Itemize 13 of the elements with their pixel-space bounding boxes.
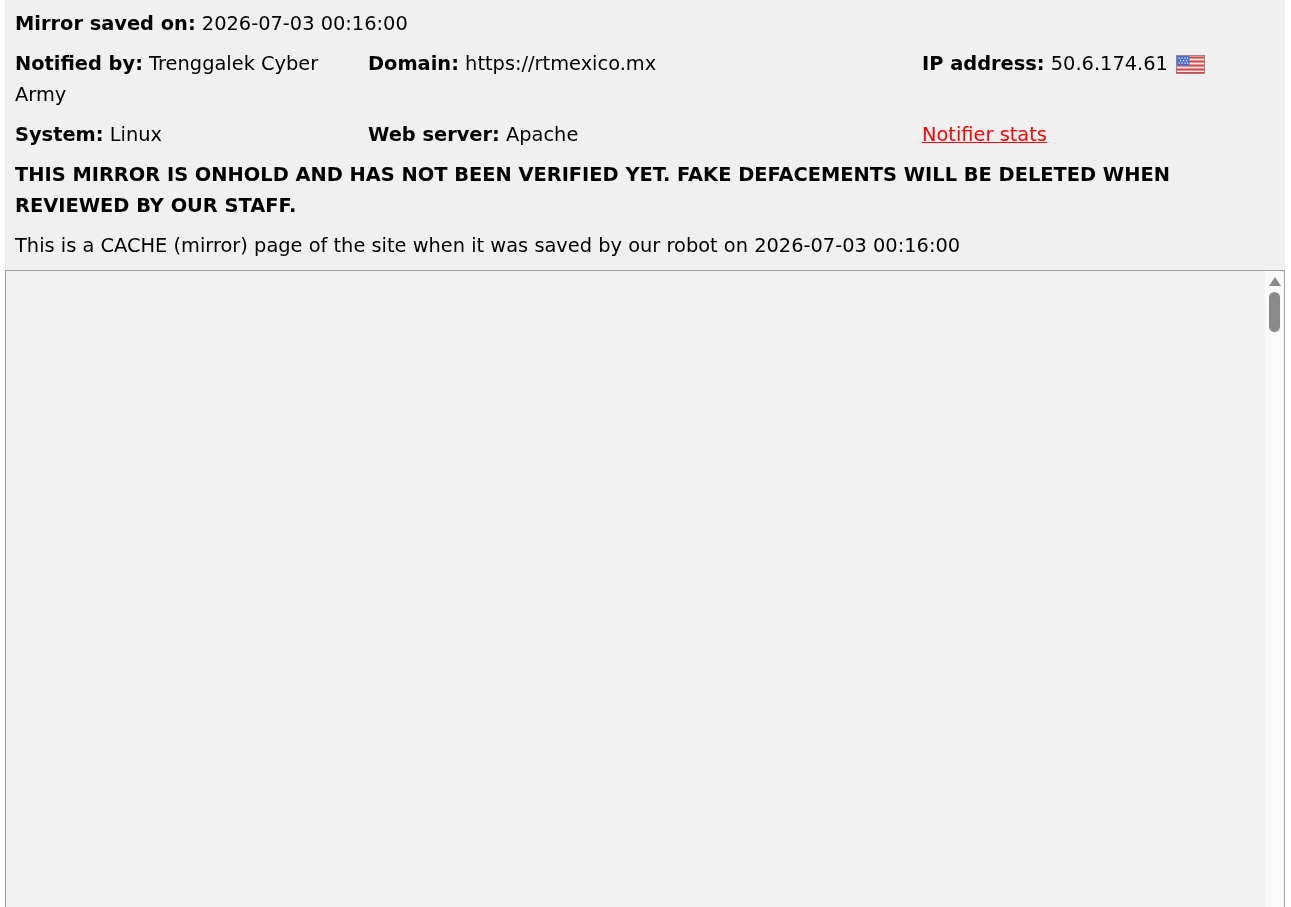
scrollbar-thumb[interactable] xyxy=(1269,292,1280,332)
detail-text: Notified by: Trenggalek Cyber Army xyxy=(15,51,320,108)
warning-text: THIS MIRROR IS ONHOLD AND HAS NOT BEEN VERIFIED YET. FAKE DEFACEMENTS WILL BE DELETED WHEN REVIEWED BY OUR STAFF. xyxy=(15,162,1171,219)
detail-text: System: Linux xyxy=(15,122,162,148)
detail-text: Web server: Apache xyxy=(368,122,579,148)
detail-text: IP address: 50.6.174.61 xyxy=(922,51,1168,77)
saved-on-text: Mirror saved on: 2026-07-03 00:16:00 xyxy=(15,11,409,37)
detail-text: Domain: https://rtmexico.mx xyxy=(368,51,657,77)
scroll-up-icon[interactable] xyxy=(1268,277,1281,286)
cache-note-text: This is a CACHE (mirror) page of the site when it was saved by our robot on 2026-07-03 00:16:00 xyxy=(15,233,962,259)
stats-link[interactable]: Notifier stats xyxy=(922,119,1047,150)
flag-icon xyxy=(1175,55,1205,74)
scrollbar-track[interactable] xyxy=(1265,271,1284,907)
